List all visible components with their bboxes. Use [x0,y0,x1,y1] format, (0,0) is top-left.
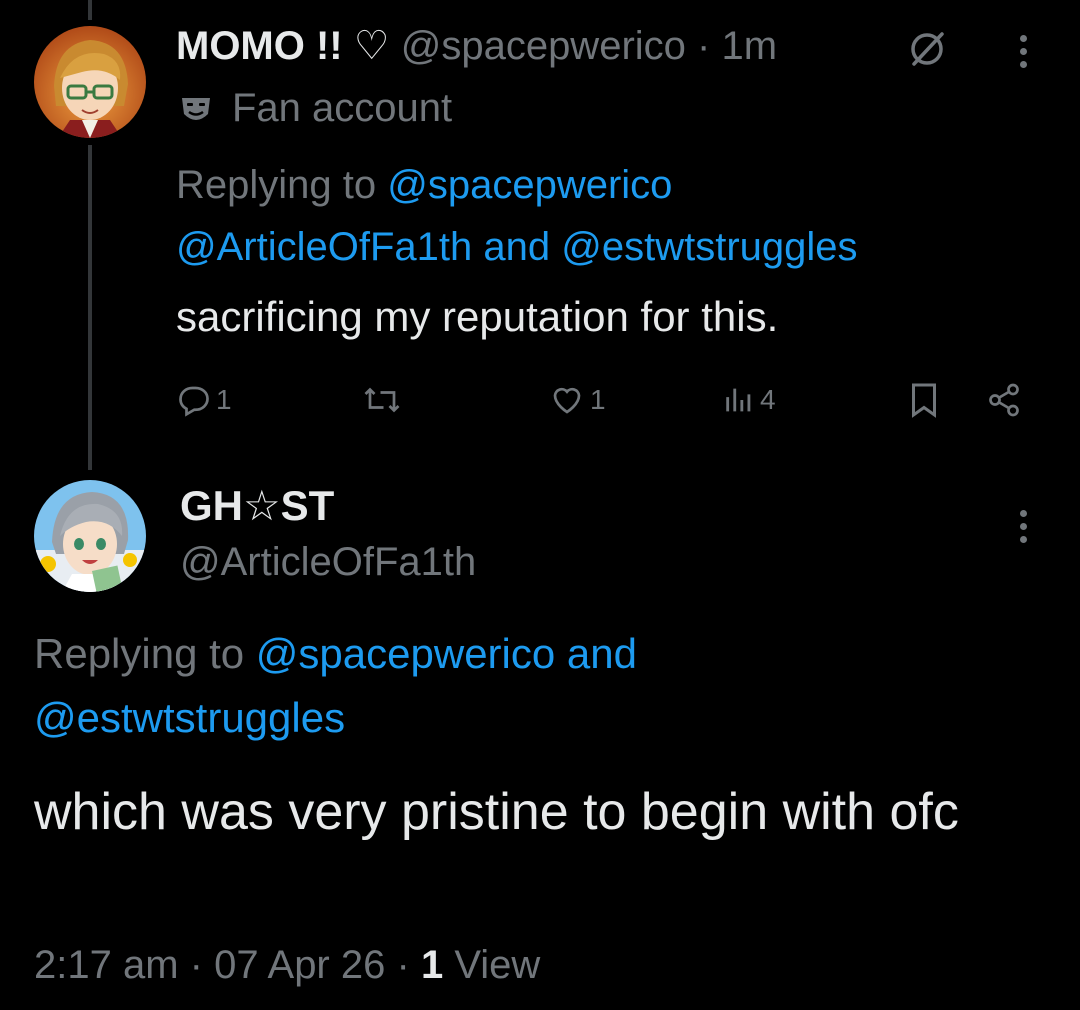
main-more-icon[interactable] [1018,510,1028,549]
like-button[interactable]: 1 [548,380,606,420]
timestamp-separator: · [189,943,203,987]
reply-more-icon[interactable] [1018,35,1028,74]
reply-replying-prefix: Replying to [176,163,377,207]
bookmark-icon [912,383,936,418]
reply-count: 1 [216,384,232,415]
reply-mention-articleoffa1th[interactable]: @ArticleOfFa1th [176,225,472,269]
theater-masks-icon [176,90,216,135]
fan-account-label: Fan account [232,86,453,130]
retweet-button[interactable] [360,380,404,420]
tweet-date[interactable]: 07 Apr 26 [214,943,385,987]
main-mention-estwtstruggles[interactable]: @estwtstruggles [34,694,345,741]
reply-text: sacrificing my reputation for this. [176,293,779,340]
main-mention-spacepwerico[interactable]: @spacepwerico [256,630,555,677]
main-handle[interactable]: @ArticleOfFa1th [180,536,476,588]
reply-display-name[interactable]: MOMO !! ♡ [176,24,390,68]
thread-line-connector [88,145,92,470]
views-separator: · [396,943,410,987]
retweet-icon [364,387,400,413]
views-button[interactable]: 4 [722,380,776,420]
reply-icon [179,386,209,417]
avatar-ghost[interactable] [34,480,146,592]
reply-button[interactable]: 1 [176,380,232,420]
reply-mention-estwtstruggles[interactable]: @estwtstruggles [561,225,857,269]
views-label: View [454,943,541,987]
reply-separator: · [697,24,711,68]
avatar-momo[interactable] [34,26,146,138]
main-display-name[interactable]: GH☆ST [180,480,334,532]
views-icon [726,388,751,412]
reply-mention-spacepwerico[interactable]: @spacepwerico [387,163,672,207]
main-replying-and[interactable]: and [567,630,637,677]
reply-handle[interactable]: @spacepwerico [401,24,686,68]
main-tweet-text: which was very pristine to begin with of… [34,783,959,841]
thread-line [88,0,92,20]
bookmark-button[interactable] [908,380,940,420]
reply-replying-and[interactable]: and [483,225,550,269]
view-count: 4 [760,384,776,415]
share-button[interactable] [986,380,1022,420]
share-icon [989,383,1019,417]
circle-slash-icon[interactable] [904,26,950,77]
reply-time[interactable]: 1m [721,24,777,68]
views-count: 1 [420,943,444,987]
tweet-time[interactable]: 2:17 am [34,943,179,987]
main-replying-prefix: Replying to [34,630,245,677]
like-count: 1 [590,384,606,415]
like-icon [553,387,581,414]
